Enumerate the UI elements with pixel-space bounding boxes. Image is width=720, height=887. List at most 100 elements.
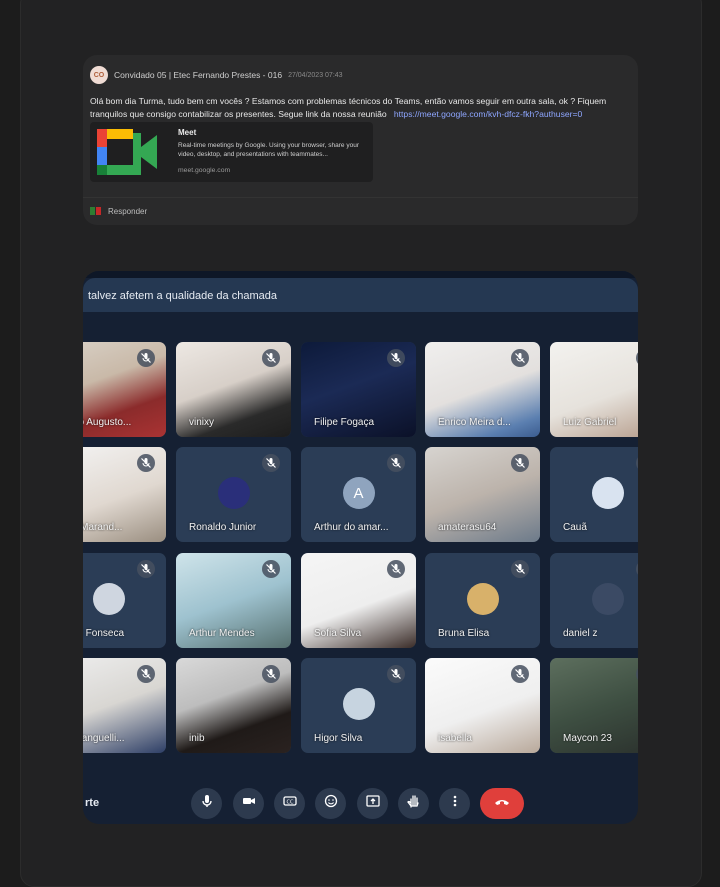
participant-name: daniel z (563, 628, 598, 639)
meeting-name-label: rte (85, 797, 100, 809)
link-preview-card[interactable]: Meet Real-time meetings by Google. Using… (90, 122, 373, 182)
participant-tile[interactable]: daniel z (550, 553, 638, 648)
mic-muted-icon (636, 349, 638, 367)
reply-label: Responder (108, 206, 148, 216)
meeting-link[interactable]: https://meet.google.com/kvh-dfcz-fkh?aut… (394, 109, 582, 119)
participant-name: Sofia Silva (314, 628, 362, 639)
participant-tile[interactable]: Ronaldo Junior (176, 447, 291, 542)
more-icon (448, 794, 462, 813)
participant-avatar: A (342, 477, 375, 509)
banner-text: talvez afetem a qualidade da chamada (88, 290, 277, 302)
participant-tile[interactable]: Sofia Silva (301, 553, 416, 648)
mic-muted-icon (636, 560, 638, 578)
mic-icon (200, 794, 214, 813)
participant-tile[interactable]: Maycon 23 (550, 658, 638, 753)
participant-avatar (591, 477, 624, 509)
mic-muted-icon (511, 560, 529, 578)
message-timestamp: 27/04/2023 07:43 (288, 71, 343, 79)
participant-name: isabella (438, 733, 472, 744)
participant-name: inib (189, 733, 205, 744)
mic-muted-icon (262, 454, 280, 472)
participant-tile[interactable]: amaterasu64 (425, 447, 540, 542)
participant-tile[interactable]: e Franguelli... (83, 658, 166, 753)
participant-tile[interactable]: Cauã (550, 447, 638, 542)
message-header: CO Convidado 05 | Etec Fernando Prestes … (90, 65, 343, 85)
reply-button[interactable]: Responder (90, 206, 147, 216)
participant-tile[interactable]: inib (176, 658, 291, 753)
participant-tile[interactable]: Arthur Mendes (176, 553, 291, 648)
participant-avatar (92, 583, 125, 615)
preview-description: Real-time meetings by Google. Using your… (178, 142, 359, 158)
participant-name: Luiz Gabriel (563, 417, 617, 428)
participant-tile[interactable]: Luiz Gabriel (550, 342, 638, 437)
present-icon (365, 794, 380, 813)
participant-name: eriel Fonseca (83, 628, 125, 639)
window-top-strip (83, 271, 638, 278)
participant-name: Arthur do amar... (314, 522, 389, 533)
participant-tile[interactable]: A Arthur do amar... (301, 447, 416, 542)
participant-avatar (591, 583, 624, 615)
mic-muted-icon (636, 454, 638, 472)
participant-tile[interactable]: Filipe Fogaça (301, 342, 416, 437)
camera-button[interactable] (233, 788, 264, 819)
participant-tile[interactable]: Higor Silva (301, 658, 416, 753)
connection-warning-banner: talvez afetem a qualidade da chamada (83, 278, 638, 312)
participant-name: Arthur Mendes (189, 628, 255, 639)
mic-muted-icon (262, 665, 280, 683)
participant-tile[interactable]: eriel Fonseca (83, 553, 166, 648)
participant-name: e Franguelli... (83, 733, 125, 744)
mic-muted-icon (137, 454, 155, 472)
mic-muted-icon (511, 349, 529, 367)
emoji-button[interactable] (315, 788, 346, 819)
end-call-button[interactable] (480, 788, 524, 819)
mic-muted-icon (511, 454, 529, 472)
participant-tile[interactable]: Bruna Elisa (425, 553, 540, 648)
svg-text:CC: CC (286, 800, 293, 806)
participant-avatar (217, 477, 250, 509)
participant-tile[interactable]: vinixy (176, 342, 291, 437)
participant-tile[interactable]: isabella (425, 658, 540, 753)
chat-message-card: CO Convidado 05 | Etec Fernando Prestes … (83, 55, 638, 225)
mic-muted-icon (387, 665, 405, 683)
participant-name: Filipe Fogaça (314, 417, 375, 428)
mic-muted-icon (387, 454, 405, 472)
participant-name: ndro Augusto... (83, 417, 132, 428)
participant-name: Higor Silva (314, 733, 363, 744)
sender-name[interactable]: Convidado 05 | Etec Fernando Prestes - 0… (114, 70, 282, 80)
participant-name: Enrico Meira d... (438, 417, 511, 428)
present-button[interactable] (357, 788, 388, 819)
participant-name: Cauã (563, 522, 587, 533)
participant-name: amaterasu64 (438, 522, 497, 533)
mic-muted-icon (636, 665, 638, 683)
participant-avatar (466, 583, 499, 615)
mic-muted-icon (262, 560, 280, 578)
mic-muted-icon (262, 349, 280, 367)
participant-name: vinixy (189, 417, 215, 428)
participant-name: ian Marand... (83, 522, 123, 533)
mic-muted-icon (137, 560, 155, 578)
participant-tile[interactable]: ndro Augusto... (83, 342, 166, 437)
participant-name: Ronaldo Junior (189, 522, 257, 533)
participant-name: Bruna Elisa (438, 628, 490, 639)
mic-muted-icon (387, 560, 405, 578)
reply-icon (90, 206, 102, 216)
mic-muted-icon (511, 665, 529, 683)
captions-icon: CC (282, 794, 297, 813)
more-options-button[interactable] (439, 788, 470, 819)
participant-tile[interactable]: ian Marand... (83, 447, 166, 542)
mic-muted-icon (137, 665, 155, 683)
captions-button[interactable]: CC (274, 788, 305, 819)
mic-muted-icon (137, 349, 155, 367)
participant-tile[interactable]: Enrico Meira d... (425, 342, 540, 437)
sender-avatar[interactable]: CO (90, 66, 108, 84)
preview-title: Meet (178, 128, 197, 137)
preview-domain: meet.google.com (178, 167, 231, 174)
meet-call-window: talvez afetem a qualidade da chamada ndr… (83, 271, 638, 824)
mic-button[interactable] (191, 788, 222, 819)
message-body: Olá bom dia Turma, tudo bem cm vocês ? E… (90, 95, 630, 120)
emoji-icon (324, 794, 338, 813)
mic-muted-icon (387, 349, 405, 367)
participant-avatar (342, 688, 375, 720)
raise-hand-button[interactable] (398, 788, 429, 819)
participant-name: Maycon 23 (563, 733, 612, 744)
